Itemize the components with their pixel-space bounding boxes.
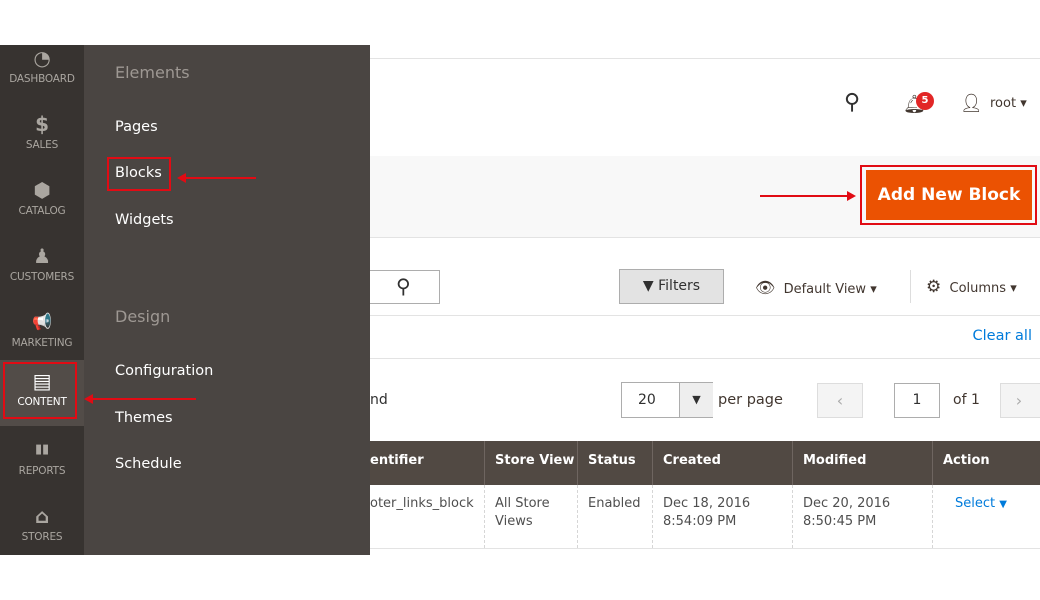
search-icon[interactable]: ⚲ [844, 90, 860, 115]
keyword-search-input[interactable]: ⚲ [370, 270, 440, 304]
user-menu[interactable]: root ▾ [990, 96, 1027, 111]
cell-modified: Dec 20, 2016 8:50:45 PM [793, 485, 933, 548]
nav-stores[interactable]: ⌂ STORES [0, 503, 84, 565]
cell-created: Dec 18, 2016 8:54:09 PM [653, 485, 793, 548]
next-page-button[interactable]: › [1000, 383, 1040, 418]
filters-button[interactable]: ▼ Filters [619, 269, 724, 304]
filter-icon: ▼ [642, 278, 654, 294]
nav-label: MARKETING [11, 337, 73, 349]
admin-nav: ◔ DASHBOARD $ SALES ⬢ CATALOG ♟ CUSTOMERS 📢 M… [0, 45, 84, 555]
nav-label: DASHBOARD [9, 73, 75, 85]
search-icon[interactable]: ⚲ [396, 274, 411, 298]
annotation-arrow [177, 173, 256, 183]
select-action[interactable]: Select ▼ [933, 485, 1040, 548]
annotation-arrow [84, 394, 196, 404]
col-created[interactable]: Created [653, 441, 793, 485]
col-modified[interactable]: Modified [793, 441, 933, 485]
clear-all-link[interactable]: Clear all [973, 328, 1032, 344]
menu-pages[interactable]: Pages [115, 119, 158, 135]
nav-customers[interactable]: ♟ CUSTOMERS [0, 243, 84, 305]
notification-badge: 5 [916, 92, 934, 110]
megaphone-icon: 📢 [32, 312, 52, 331]
cell-status: Enabled [578, 485, 653, 548]
blocks-highlight [107, 157, 171, 191]
default-view-label: Default View [783, 282, 867, 297]
gear-icon: ⚙ [926, 277, 942, 297]
chevron-down-icon: ▼ [999, 499, 1007, 510]
menu-widgets[interactable]: Widgets [115, 212, 174, 228]
dollar-icon: $ [35, 112, 49, 136]
col-store-view[interactable]: Store View [485, 441, 578, 485]
col-identifier[interactable]: entifier [370, 441, 485, 485]
add-new-block-button[interactable]: Add New Block [866, 170, 1032, 220]
nav-catalog[interactable]: ⬢ CATALOG [0, 177, 84, 239]
columns-label: Columns [949, 281, 1007, 296]
bar-chart-icon: ▮▮ [35, 442, 49, 457]
person-icon: ♟ [33, 244, 51, 268]
records-found: nd [370, 392, 388, 408]
content-highlight [3, 362, 77, 419]
nav-label: STORES [21, 531, 63, 543]
box-icon: ⬢ [33, 178, 51, 202]
nav-reports[interactable]: ▮▮ REPORTS [0, 437, 84, 499]
cell-store-view: All Store Views [485, 485, 578, 548]
design-heading: Design [115, 307, 171, 326]
nav-label: SALES [25, 139, 59, 151]
nav-label: CUSTOMERS [9, 271, 75, 283]
annotation-arrow [760, 191, 856, 201]
default-view-dropdown[interactable]: 👁︎ Default View ▾ [755, 278, 877, 297]
menu-themes[interactable]: Themes [115, 410, 173, 426]
prev-page-button[interactable]: ‹ [817, 383, 863, 418]
nav-label: CATALOG [18, 205, 66, 217]
username: root [990, 96, 1017, 111]
menu-schedule[interactable]: Schedule [115, 456, 182, 472]
dashboard-icon: ◔ [33, 46, 51, 70]
eye-icon: 👁︎ [755, 278, 776, 297]
nav-dashboard[interactable]: ◔ DASHBOARD [0, 45, 84, 107]
columns-dropdown[interactable]: ⚙ Columns ▾ [926, 277, 1017, 297]
cell-identifier: oter_links_block [370, 485, 485, 548]
user-icon: 👤︎ [960, 93, 983, 114]
page-count: of 1 [953, 392, 980, 408]
per-page-select[interactable]: 20 ▼ [621, 382, 713, 418]
select-label: Select [955, 496, 996, 511]
nav-label: REPORTS [18, 465, 66, 477]
filters-label: Filters [658, 278, 701, 294]
col-status[interactable]: Status [578, 441, 653, 485]
menu-configuration[interactable]: Configuration [115, 363, 213, 379]
store-icon: ⌂ [34, 504, 50, 528]
per-page-label: per page [718, 392, 783, 408]
nav-sales[interactable]: $ SALES [0, 111, 84, 173]
elements-heading: Elements [115, 63, 190, 82]
content-flyout: Elements Pages Blocks Widgets Design Con… [84, 45, 370, 555]
page-input[interactable]: 1 [894, 383, 940, 418]
per-page-value: 20 [638, 392, 656, 408]
chevron-down-icon[interactable]: ▼ [679, 383, 713, 417]
col-action: Action [933, 441, 1040, 485]
